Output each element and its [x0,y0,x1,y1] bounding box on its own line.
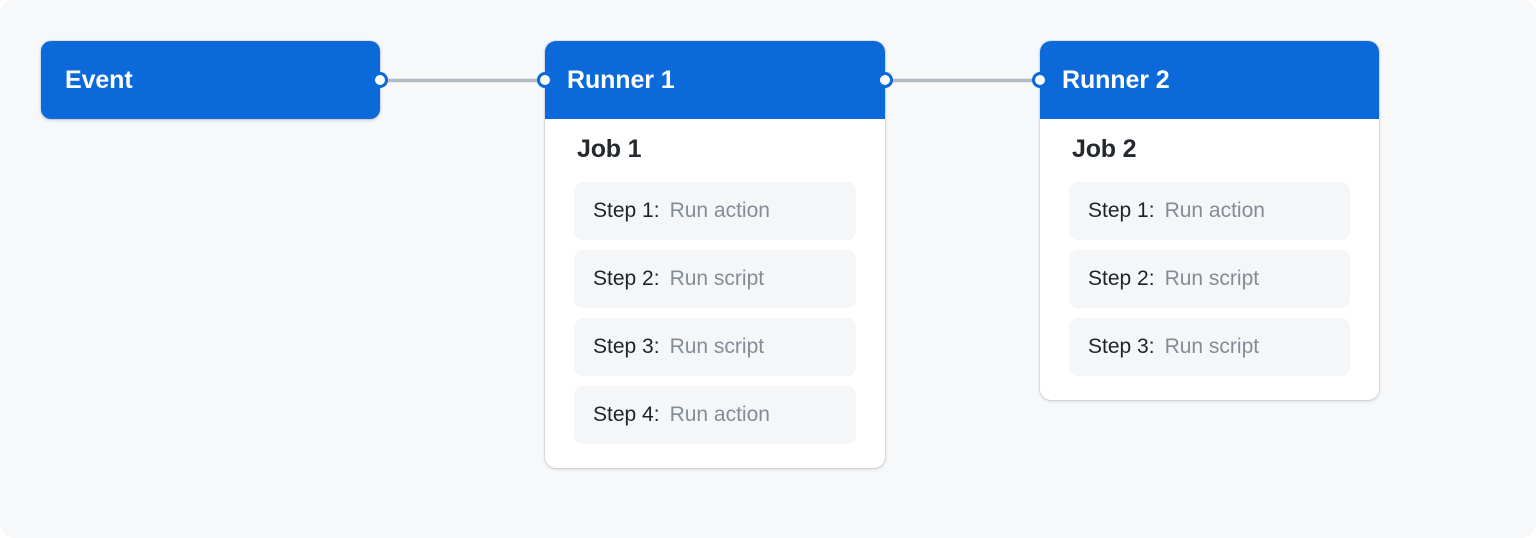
runner-2-target-handle[interactable] [1032,72,1048,88]
step-row[interactable]: Step 3: Run script [574,318,856,376]
runner-2-title: Runner 2 [1062,65,1170,94]
runner-2-header: Runner 2 [1032,41,1379,119]
step-label: Step 4: [593,403,660,426]
step-label: Step 3: [1088,335,1155,358]
runner-2-steps: Step 1: Run action Step 2: Run script Step 3… [1069,182,1350,376]
runner-1-body: Job 1 Step 1: Run action Step 2: Run script… [545,119,885,468]
step-label: Step 1: [1088,199,1155,222]
step-value: Run action [1164,199,1265,222]
step-row[interactable]: Step 3: Run script [1069,318,1350,376]
step-row[interactable]: Step 2: Run script [1069,250,1350,308]
step-row[interactable]: Step 1: Run action [1069,182,1350,240]
runner-2-body: Job 2 Step 1: Run action Step 2: Run script… [1040,119,1379,400]
step-row[interactable]: Step 4: Run action [574,386,856,444]
step-value: Run script [669,267,765,290]
step-value: Run script [1164,267,1260,290]
workflow-canvas: Event Runner 1 Job 1 Step 1: Run action St… [0,0,1536,538]
runner-1-target-handle[interactable] [537,72,553,88]
step-label: Step 2: [1088,267,1155,290]
step-row[interactable]: Step 2: Run script [574,250,856,308]
runner-1-job-title: Job 1 [577,135,642,163]
step-label: Step 2: [593,267,660,290]
event-source-handle[interactable] [372,72,388,88]
runner-2-job-title: Job 2 [1072,135,1137,163]
runner-1-title: Runner 1 [567,65,675,94]
step-value: Run action [669,403,770,426]
runner-1-source-handle[interactable] [877,72,893,88]
node-event[interactable]: Event [41,41,388,119]
step-label: Step 3: [593,335,660,358]
runner-1-steps: Step 1: Run action Step 2: Run script Step 3… [574,182,856,444]
node-runner-2[interactable]: Runner 2 Job 2 Step 1: Run action Step 2: R… [1032,41,1379,400]
step-label: Step 1: [593,199,660,222]
runner-1-header: Runner 1 [537,41,893,119]
step-value: Run action [669,199,770,222]
step-value: Run script [1164,335,1260,358]
step-row[interactable]: Step 1: Run action [574,182,856,240]
step-value: Run script [669,335,765,358]
node-runner-1[interactable]: Runner 1 Job 1 Step 1: Run action Step 2: R… [537,41,893,468]
node-event-title: Event [65,65,133,94]
